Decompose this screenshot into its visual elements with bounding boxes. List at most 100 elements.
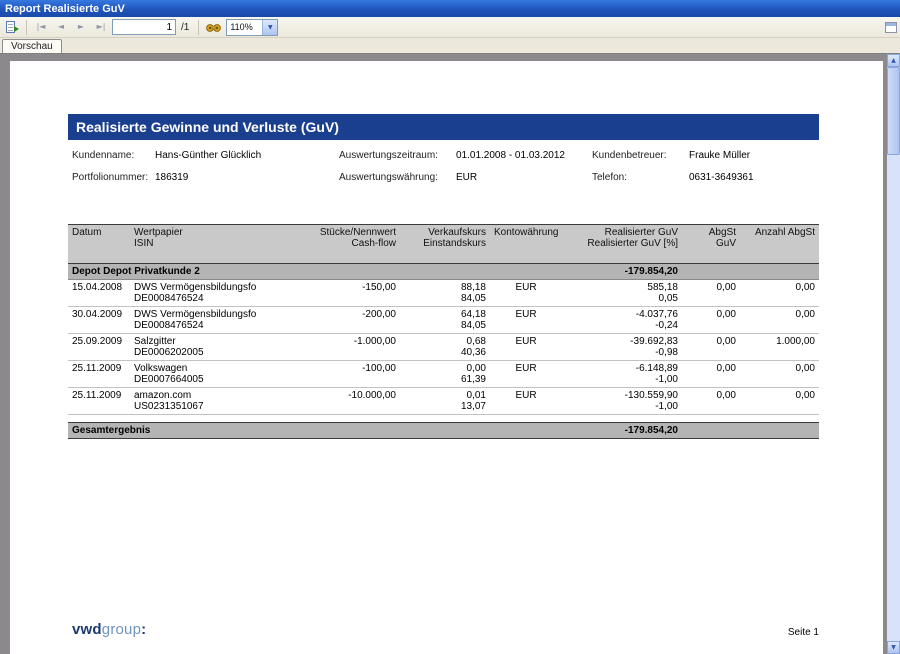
- cell-waehrung: EUR: [494, 336, 558, 347]
- cell-verkaufskurs: 88,18: [404, 282, 486, 293]
- auswertungszeitraum-value: 01.01.2008 - 01.03.2012: [456, 150, 565, 172]
- auswertungswaehrung-value: EUR: [456, 172, 477, 194]
- header-abgst-guv: AbgSt GuV: [682, 225, 740, 264]
- info-column-2: Auswertungszeitraum: 01.01.2008 - 01.03.…: [339, 150, 592, 194]
- cell-abgst-guv: 0,00: [686, 336, 736, 347]
- table-row: 25.11.2009 VolkswagenDE0007664005 -100,0…: [68, 361, 819, 388]
- table-row: 30.04.2009 DWS VermögensbildungsfoDE0008…: [68, 307, 819, 334]
- info-row: Auswertungswährung: EUR: [339, 172, 592, 194]
- zoom-value: 110%: [227, 20, 262, 35]
- scrollbar-thumb[interactable]: [887, 67, 900, 155]
- toolbar-separator: [26, 20, 27, 35]
- cell-anzahl-abgst: 0,00: [744, 282, 815, 293]
- next-page-icon: ►: [78, 23, 84, 31]
- cell-isin: DE0008476524: [134, 320, 291, 331]
- total-row: Gesamtergebnis -179.854,20: [68, 423, 819, 439]
- table-row: 25.09.2009 SalzgitterDE0006202005 -1.000…: [68, 334, 819, 361]
- next-page-button[interactable]: ►: [72, 18, 90, 36]
- preview-area: Realisierte Gewinne und Verluste (GuV) K…: [0, 53, 900, 654]
- cell-verkaufskurs: 0,00: [404, 363, 486, 374]
- header-kontowaehrung: Kontowährung: [490, 225, 562, 264]
- info-column-3: Kundenbetreuer: Frauke Müller Telefon: 0…: [592, 150, 819, 194]
- report-content: Realisierte Gewinne und Verluste (GuV) K…: [10, 61, 883, 439]
- kundenbetreuer-value: Frauke Müller: [689, 150, 750, 172]
- cell-anzahl-abgst: 0,00: [744, 390, 815, 401]
- total-label: Gesamtergebnis: [68, 423, 562, 439]
- export-icon: [5, 20, 19, 34]
- chevron-down-icon: ▼: [268, 24, 273, 31]
- logo-vwd: vwd: [72, 621, 102, 638]
- cell-waehrung: EUR: [494, 282, 558, 293]
- cell-verkaufskurs: 0,01: [404, 390, 486, 401]
- previous-page-button[interactable]: ◄: [52, 18, 70, 36]
- auswertungswaehrung-label: Auswertungswährung:: [339, 172, 456, 194]
- zoom-dropdown-button[interactable]: ▼: [262, 20, 277, 35]
- cell-stuecke: -1.000,00: [299, 336, 396, 347]
- cell-einstandskurs: 84,05: [404, 293, 486, 304]
- toolbar-separator: [198, 20, 199, 35]
- header-realisierter-guv: Realisierter GuVRealisierter GuV [%]: [562, 225, 682, 264]
- total-value: -179.854,20: [562, 423, 682, 439]
- info-column-1: Kundenname: Hans-Günther Glücklich Portf…: [72, 150, 339, 194]
- cell-wertpapier: DWS Vermögensbildungsfo: [134, 282, 291, 293]
- scrollbar-track[interactable]: [887, 67, 900, 641]
- auswertungszeitraum-label: Auswertungszeitraum:: [339, 150, 456, 172]
- cell-guv: -4.037,76: [566, 309, 678, 320]
- cell-guv: 585,18: [566, 282, 678, 293]
- guv-table: Datum WertpapierISIN Stücke/NennwertCash…: [68, 224, 819, 439]
- group-value: -179.854,20: [562, 264, 682, 280]
- cell-abgst-guv: 0,00: [686, 309, 736, 320]
- scroll-up-button[interactable]: ▲: [887, 54, 900, 67]
- cell-wertpapier: DWS Vermögensbildungsfo: [134, 309, 291, 320]
- page-number-input[interactable]: [112, 19, 176, 35]
- report-info: Kundenname: Hans-Günther Glücklich Portf…: [68, 150, 819, 194]
- tab-vorschau[interactable]: Vorschau: [2, 39, 62, 53]
- cell-stuecke: -10.000,00: [299, 390, 396, 401]
- header-datum: Datum: [68, 225, 130, 264]
- cell-waehrung: EUR: [494, 309, 558, 320]
- cell-wertpapier: Salzgitter: [134, 336, 291, 347]
- page-indicator: Seite 1: [788, 627, 819, 638]
- cell-einstandskurs: 84,05: [404, 320, 486, 331]
- first-page-button[interactable]: |◄: [32, 18, 50, 36]
- cell-datum: 25.11.2009: [72, 390, 126, 401]
- header-verkaufskurs: VerkaufskursEinstandskurs: [400, 225, 490, 264]
- vertical-scrollbar[interactable]: ▲ ▼: [887, 54, 900, 654]
- cell-wertpapier: amazon.com: [134, 390, 291, 401]
- arrow-down-icon: ▼: [891, 644, 896, 651]
- export-button[interactable]: [3, 18, 21, 36]
- cell-verkaufskurs: 64,18: [404, 309, 486, 320]
- table-row: 25.11.2009 amazon.comUS0231351067 -10.00…: [68, 388, 819, 415]
- zoom-select[interactable]: 110% ▼: [226, 19, 278, 36]
- cell-datum: 30.04.2009: [72, 309, 126, 320]
- cell-abgst-guv: 0,00: [686, 390, 736, 401]
- cell-einstandskurs: 13,07: [404, 401, 486, 412]
- last-page-icon: ►|: [97, 23, 106, 31]
- cell-anzahl-abgst: 1.000,00: [744, 336, 815, 347]
- portfolionummer-label: Portfolionummer:: [72, 172, 155, 194]
- window-title: Report Realisierte GuV: [5, 3, 125, 15]
- kundenname-value: Hans-Günther Glücklich: [155, 150, 261, 172]
- vwd-group-logo: vwdgroup:: [72, 621, 146, 638]
- scroll-down-button[interactable]: ▼: [887, 641, 900, 654]
- cell-waehrung: EUR: [494, 363, 558, 374]
- arrow-up-icon: ▲: [891, 57, 896, 64]
- cell-guv: -6.148,89: [566, 363, 678, 374]
- portfolionummer-value: 186319: [155, 172, 188, 194]
- cell-isin: DE0008476524: [134, 293, 291, 304]
- binoculars-icon: [206, 21, 221, 33]
- cell-guv-pct: -0,98: [566, 347, 678, 358]
- cell-anzahl-abgst: 0,00: [744, 363, 815, 374]
- cell-datum: 15.04.2008: [72, 282, 126, 293]
- report-page: Realisierte Gewinne und Verluste (GuV) K…: [10, 61, 883, 654]
- info-row: Kundenbetreuer: Frauke Müller: [592, 150, 819, 172]
- info-row: Telefon: 0631-3649361: [592, 172, 819, 194]
- window-icon[interactable]: [885, 22, 897, 33]
- last-page-button[interactable]: ►|: [92, 18, 110, 36]
- toolbar: |◄ ◄ ► ►| /1 110% ▼: [0, 17, 900, 38]
- report-title: Realisierte Gewinne und Verluste (GuV): [68, 114, 819, 140]
- search-button[interactable]: [204, 18, 222, 36]
- cell-datum: 25.11.2009: [72, 363, 126, 374]
- group-label: Depot Depot Privatkunde 2: [68, 264, 562, 280]
- spacer-row: [68, 415, 819, 423]
